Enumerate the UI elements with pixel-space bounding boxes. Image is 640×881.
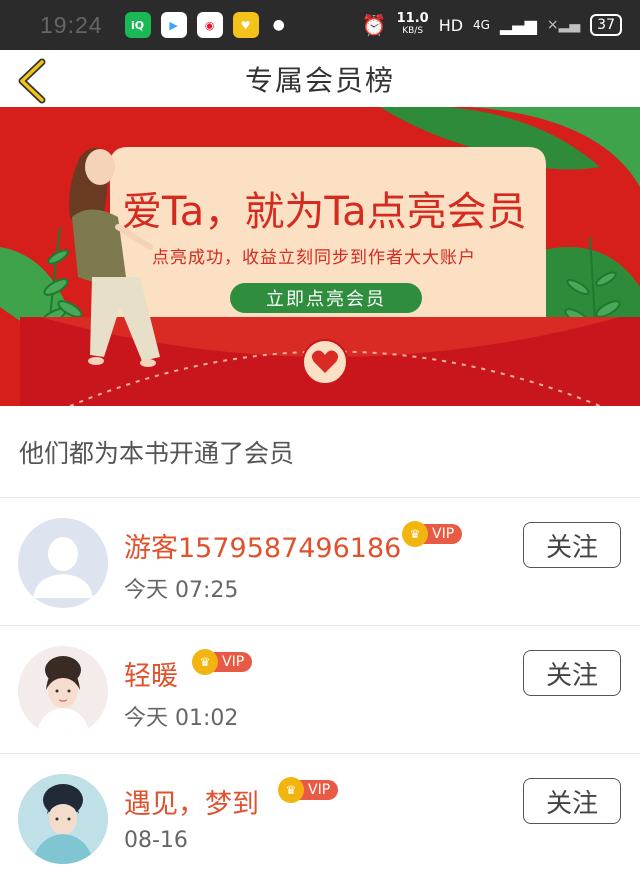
- network-speed: 11.0 KB/S: [396, 11, 429, 37]
- member-time: 今天 07:25: [124, 578, 239, 603]
- follow-button[interactable]: 关注: [523, 778, 621, 824]
- member-name[interactable]: 游客1579587496186: [124, 526, 401, 565]
- list-item[interactable]: 游客1579587496186 ♛ VIP 今天 07:25 关注: [0, 498, 640, 625]
- member-name[interactable]: 轻暖: [124, 654, 178, 693]
- vip-badge: ♛ VIP: [402, 521, 463, 547]
- member-time: 今天 01:02: [124, 706, 239, 731]
- vip-badge: ♛ VIP: [278, 777, 339, 803]
- message-app-icon: ♥: [232, 12, 259, 38]
- member-name[interactable]: 遇见，梦到: [124, 782, 259, 821]
- banner-headline: 爱Ta，就为Ta点亮会员: [122, 189, 527, 235]
- promo-banner[interactable]: 爱Ta，就为Ta点亮会员 点亮成功，收益立刻同步到作者大大账户 立即点亮会员: [0, 107, 640, 406]
- iqiyi-app-icon: iQ: [124, 12, 151, 38]
- network-type: 4G: [473, 18, 490, 32]
- member-time: 08-16: [124, 828, 188, 853]
- page-title: 专属会员榜: [244, 63, 395, 97]
- follow-label: 关注: [545, 531, 598, 562]
- avatar[interactable]: [18, 646, 108, 736]
- banner-cta-button[interactable]: 立即点亮会员: [230, 283, 422, 313]
- network-speed-unit: KB/S: [402, 26, 424, 36]
- app-header: 专属会员榜: [0, 50, 640, 107]
- crown-icon: ♛: [278, 777, 304, 803]
- crown-icon: ♛: [192, 649, 218, 675]
- alarm-icon: ⏰: [361, 13, 387, 37]
- banner-subtext: 点亮成功，收益立刻同步到作者大大账户: [152, 248, 476, 268]
- back-button[interactable]: [14, 58, 54, 104]
- battery-level: 37: [597, 17, 615, 33]
- weibo-icon: ◉: [196, 12, 223, 38]
- list-item[interactable]: 遇见，梦到 ♛ VIP 08-16 关注: [0, 754, 640, 881]
- chevron-left-icon: [18, 58, 46, 104]
- banner-cta-label: 立即点亮会员: [266, 289, 386, 310]
- signal-icon: ▂▄▆: [499, 15, 537, 35]
- follow-label: 关注: [545, 787, 598, 818]
- follow-button[interactable]: 关注: [523, 650, 621, 696]
- list-item[interactable]: 轻暖 ♛ VIP 今天 01:02 关注: [0, 626, 640, 753]
- avatar[interactable]: [18, 518, 108, 608]
- status-time: 19:24: [40, 11, 103, 38]
- follow-label: 关注: [545, 659, 598, 690]
- user-photo-avatar: [18, 646, 108, 736]
- follow-button[interactable]: 关注: [523, 522, 621, 568]
- user-photo-avatar: [18, 774, 108, 864]
- status-bar: 19:24 iQ ▶ ◉ ♥ ● ⏰ 11.0 KB/S HD 4G ▂▄▆ ×…: [0, 0, 640, 50]
- network-speed-value: 11.0: [396, 11, 429, 26]
- avatar[interactable]: [18, 774, 108, 864]
- vip-badge: ♛ VIP: [192, 649, 253, 675]
- battery-indicator: 37: [590, 14, 622, 36]
- video-app-icon: ▶: [160, 12, 187, 38]
- default-avatar-icon: [18, 518, 108, 608]
- signal-icon-2: ×▂▄: [546, 17, 581, 33]
- notification-dot-icon: ●: [272, 17, 285, 33]
- crown-icon: ♛: [402, 521, 428, 547]
- section-title: 他们都为本书开通了会员: [19, 439, 295, 468]
- hd-indicator: HD: [438, 15, 464, 35]
